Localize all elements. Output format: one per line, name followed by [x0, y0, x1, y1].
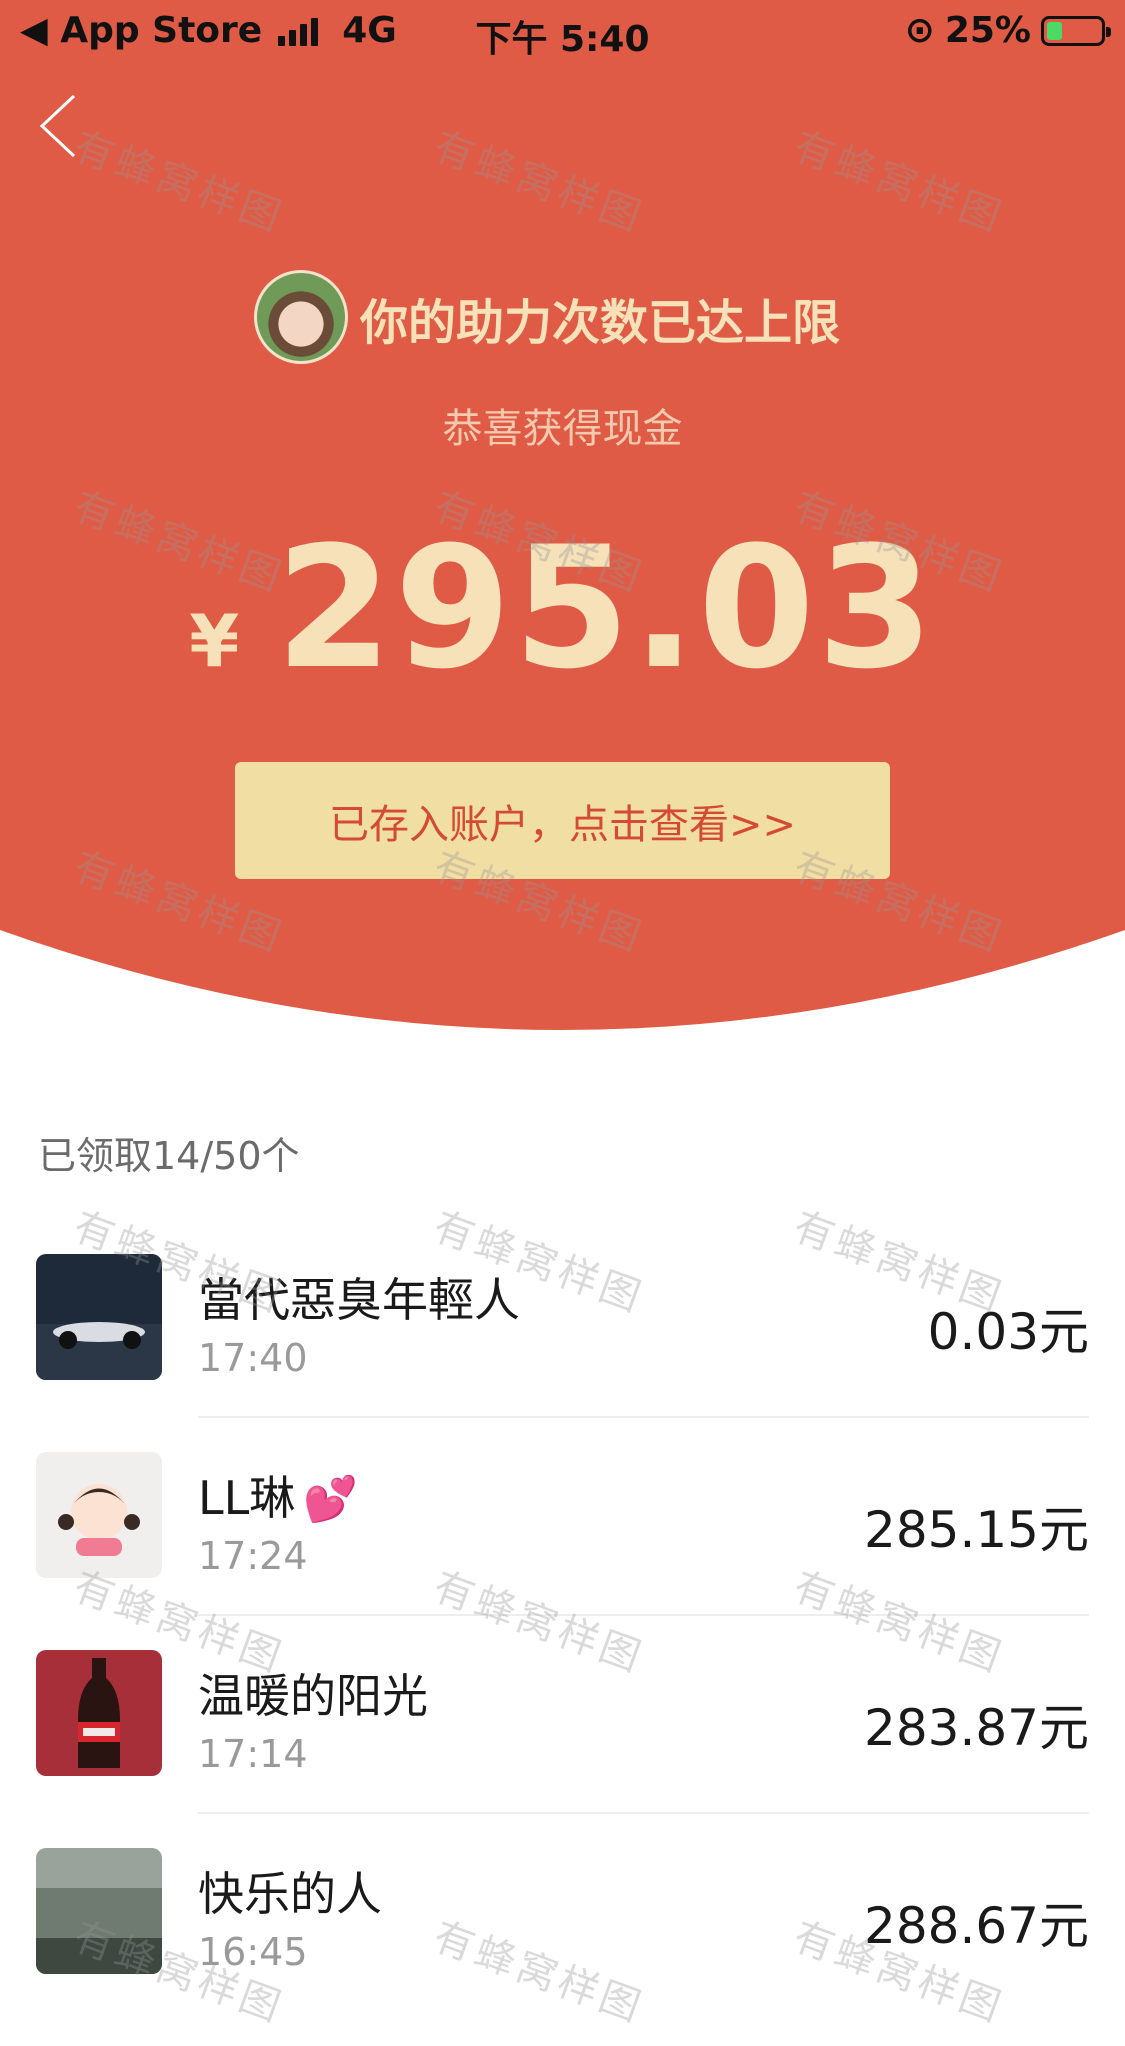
list-item-time: 16:45 [198, 1930, 308, 1974]
battery-icon [1041, 15, 1111, 46]
list-item-time: 17:14 [198, 1732, 308, 1776]
list-item-amount: 0.03元 [927, 1303, 1089, 1361]
user-avatar [254, 270, 348, 364]
girl-cartoon-avatar [36, 1452, 162, 1578]
divider [198, 1614, 1089, 1616]
battery-percent: 25% [944, 10, 1031, 51]
cash-amount: ¥ 295.03 [0, 510, 1125, 706]
status-bar: ◀ App Store 4G 下午 5:40 ⊙ 25% [0, 0, 1125, 62]
back-button[interactable] [30, 92, 90, 162]
view-account-button[interactable]: 已存入账户，点击查看>> [235, 762, 890, 879]
list-item[interactable]: 快乐的人 16:45 288.67元 [0, 1848, 1125, 2046]
received-count: 已领取14/50个 [38, 1134, 300, 1178]
divider [198, 1812, 1089, 1814]
list-item-name-text: LL琳 [198, 1471, 296, 1525]
cola-bottle-avatar [36, 1650, 162, 1776]
list-item-name: 温暖的阳光 [198, 1669, 428, 1723]
list-item-time: 17:40 [198, 1336, 308, 1380]
list-item[interactable]: 温暖的阳光 17:14 283.87元 [0, 1650, 1125, 1848]
list-item-amount: 283.87元 [864, 1699, 1089, 1757]
list-item-name: 當代惡臭年輕人 [198, 1273, 520, 1327]
amount-value: 295.03 [275, 510, 936, 706]
list-item[interactable]: LL琳 💕 17:24 285.15元 [0, 1452, 1125, 1650]
limit-reached-title: 你的助力次数已达上限 [360, 295, 841, 351]
orientation-lock-icon: ⊙ [904, 10, 935, 51]
list-item-name: LL琳 💕 [198, 1462, 358, 1528]
chevron-left-icon [39, 94, 76, 158]
sea-landscape-avatar [36, 1848, 162, 1974]
list-item-amount: 288.67元 [864, 1897, 1089, 1955]
two-hearts-icon: 💕 [303, 1474, 359, 1525]
list-item-amount: 285.15元 [864, 1501, 1089, 1559]
divider [198, 1416, 1089, 1418]
list-item-time: 17:24 [198, 1534, 308, 1578]
currency-symbol: ¥ [189, 599, 240, 683]
hero-banner: ◀ App Store 4G 下午 5:40 ⊙ 25% 你的助力次数已达上限 … [0, 0, 1125, 1060]
list-item[interactable]: 當代惡臭年輕人 17:40 0.03元 [0, 1254, 1125, 1452]
list-item-name: 快乐的人 [198, 1867, 382, 1921]
race-car-avatar [36, 1254, 162, 1380]
congrats-subtitle: 恭喜获得现金 [442, 406, 683, 452]
